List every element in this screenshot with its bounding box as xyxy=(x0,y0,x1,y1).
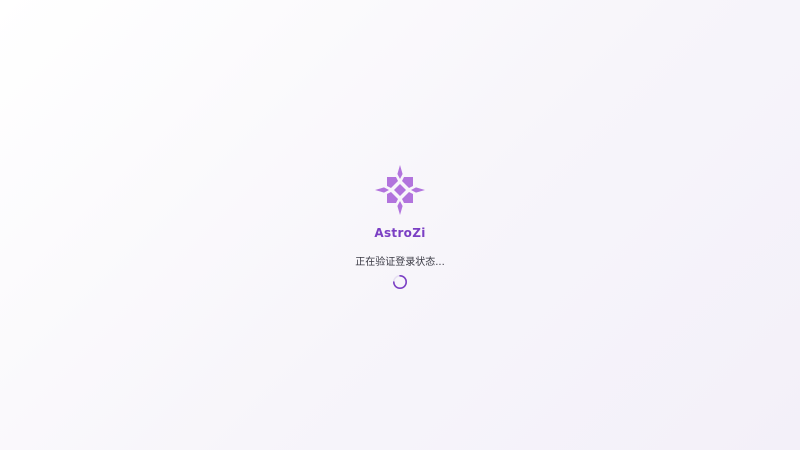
astrozi-logo-icon xyxy=(375,165,425,215)
logo-petal-bottom-right xyxy=(402,192,413,203)
logo-center xyxy=(394,184,406,196)
status-text: 正在验证登录状态... xyxy=(355,257,445,268)
app-name: AstroZi xyxy=(374,226,426,240)
logo-petal-bottom-left xyxy=(387,192,398,203)
logo-petal-top-left xyxy=(387,177,398,188)
logo-spike-top xyxy=(397,165,403,179)
logo-petal-top-right xyxy=(402,177,413,188)
logo-spike-right xyxy=(411,187,425,193)
logo-spike-left xyxy=(375,187,389,193)
loading-screen: AstroZi 正在验证登录状态... xyxy=(0,0,800,450)
loading-spinner-icon xyxy=(393,275,407,289)
logo-spike-bottom xyxy=(397,201,403,215)
